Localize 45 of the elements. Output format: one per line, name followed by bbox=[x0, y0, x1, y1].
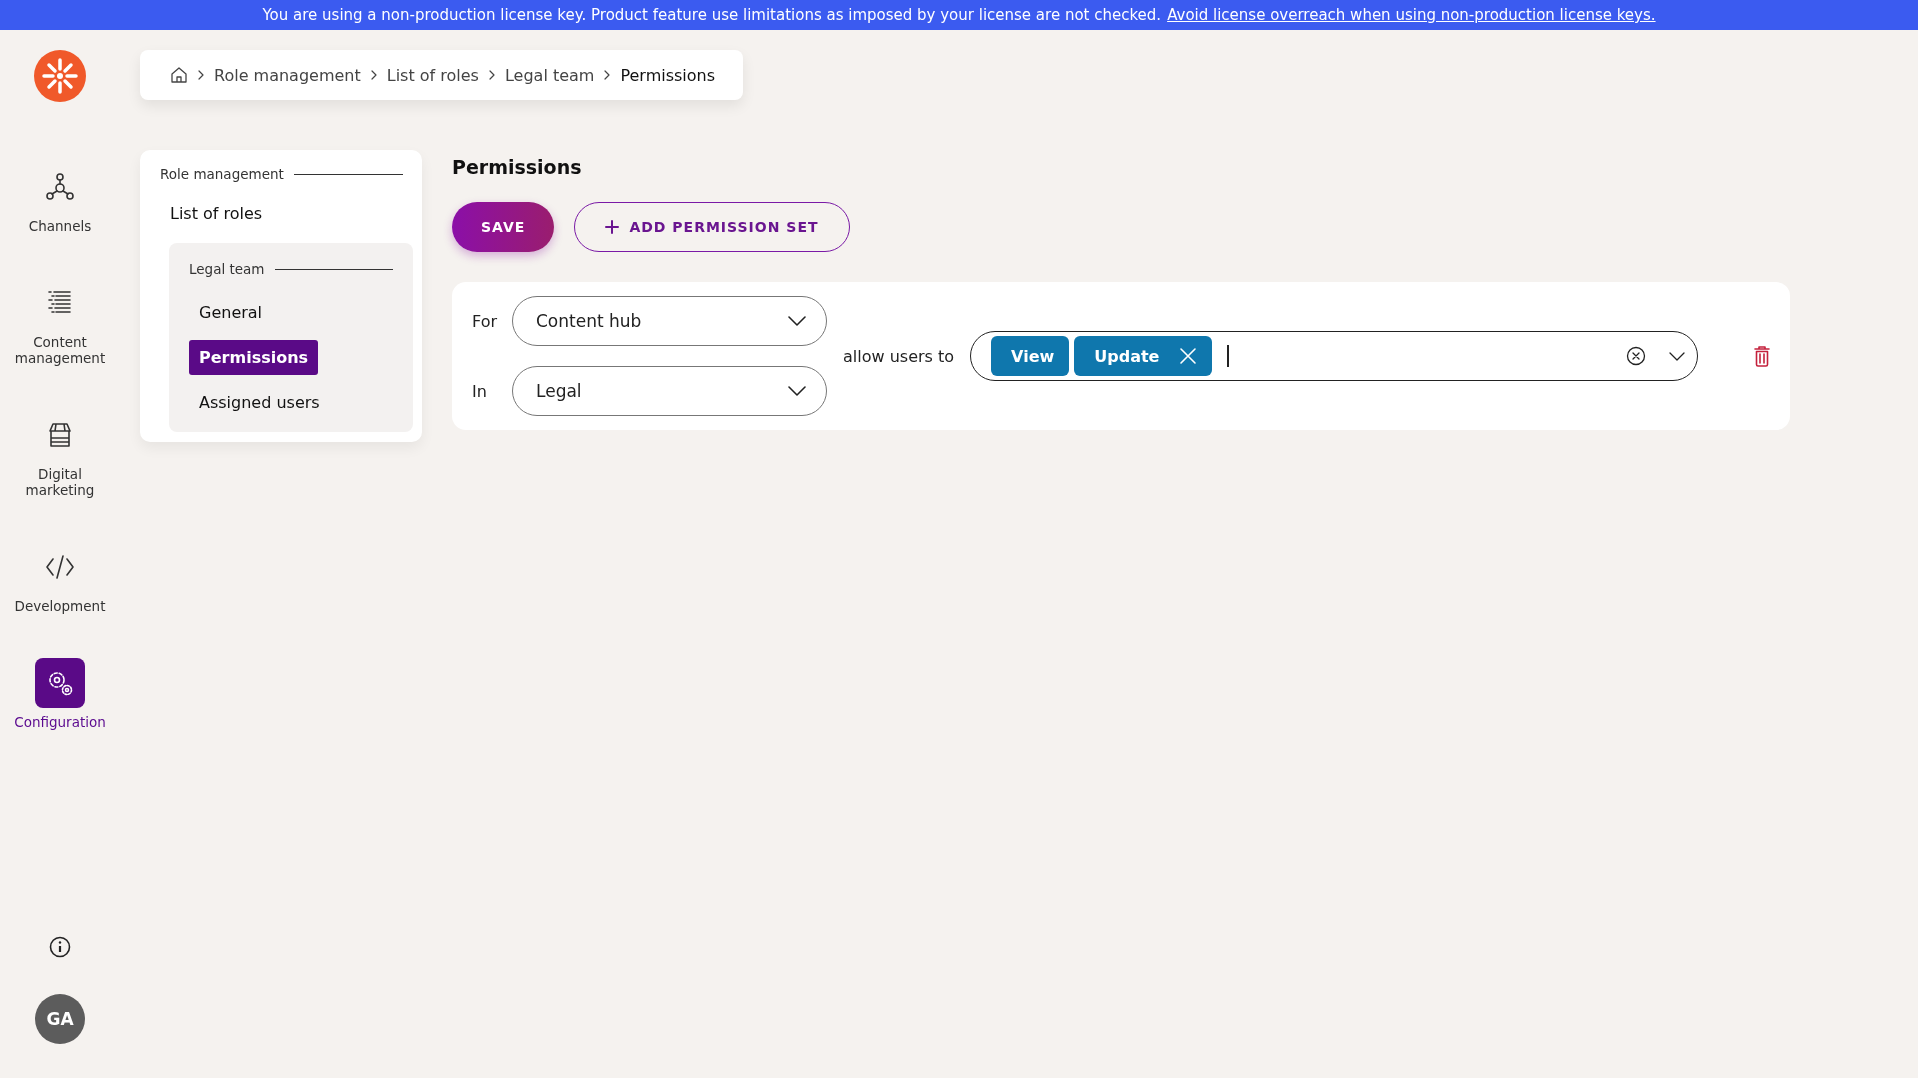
nav-item[interactable]: Assigned users bbox=[189, 385, 330, 420]
network-nodes-icon bbox=[44, 171, 76, 203]
nav-link[interactable]: List of roles bbox=[149, 182, 413, 243]
chevron-right-icon bbox=[488, 70, 495, 80]
home-icon[interactable] bbox=[170, 66, 188, 84]
section-title: Role management bbox=[160, 166, 284, 182]
text-cursor bbox=[1227, 345, 1229, 367]
action-tag: Update bbox=[1074, 336, 1213, 376]
breadcrumb-link[interactable]: Permissions bbox=[620, 65, 716, 85]
rail-nav-item[interactable]: Digital marketing bbox=[5, 410, 115, 498]
user-avatar[interactable]: GA bbox=[35, 994, 85, 1044]
actions-multiselect[interactable]: View Update bbox=[970, 331, 1698, 381]
rail-nav-item[interactable]: Content management bbox=[5, 278, 115, 366]
save-button[interactable]: SAVE bbox=[452, 202, 555, 252]
nav-item[interactable]: General bbox=[189, 295, 273, 330]
chevron-down-icon bbox=[788, 316, 806, 326]
field-label: For bbox=[472, 311, 498, 331]
info-icon[interactable] bbox=[49, 936, 71, 958]
page-title: Permissions bbox=[452, 156, 583, 178]
action-tag: View bbox=[991, 336, 1070, 376]
breadcrumb-link[interactable]: Role management bbox=[214, 65, 361, 85]
nav-item[interactable]: Permissions bbox=[189, 340, 319, 375]
close-icon[interactable] bbox=[1179, 347, 1198, 365]
banner-link[interactable]: Avoid license overreach when using non-production license keys. bbox=[1167, 6, 1656, 24]
breadcrumb-link[interactable]: List of roles bbox=[386, 65, 479, 85]
banner-text: You are using a non-production license key. Product feature use limitations as imposed by your license are not checked. bbox=[262, 6, 1162, 24]
rail-nav-item[interactable]: Development bbox=[5, 542, 115, 614]
logo-icon[interactable] bbox=[34, 50, 86, 102]
field-label: In bbox=[472, 381, 488, 401]
rail-nav-item[interactable]: Channels bbox=[5, 162, 115, 234]
chevron-right-icon bbox=[198, 70, 204, 80]
chevron-right-icon bbox=[370, 70, 377, 80]
in-select[interactable]: Legal bbox=[512, 366, 827, 416]
for-select[interactable]: Content hub bbox=[512, 296, 827, 346]
clear-icon[interactable] bbox=[1626, 346, 1646, 366]
add-permission-set-button[interactable]: ADD PERMISSION SET bbox=[574, 202, 850, 252]
allow-label: allow users to bbox=[843, 346, 955, 366]
delete-icon[interactable] bbox=[1754, 345, 1770, 367]
plus-icon bbox=[605, 220, 620, 234]
rail-nav-item[interactable]: Configuration bbox=[5, 658, 115, 730]
group-title: Legal team bbox=[189, 261, 265, 277]
chevron-right-icon bbox=[604, 70, 611, 80]
chevron-down-icon[interactable] bbox=[1669, 351, 1685, 361]
breadcrumb-link[interactable]: Legal team bbox=[504, 65, 595, 85]
chevron-down-icon bbox=[788, 386, 806, 396]
